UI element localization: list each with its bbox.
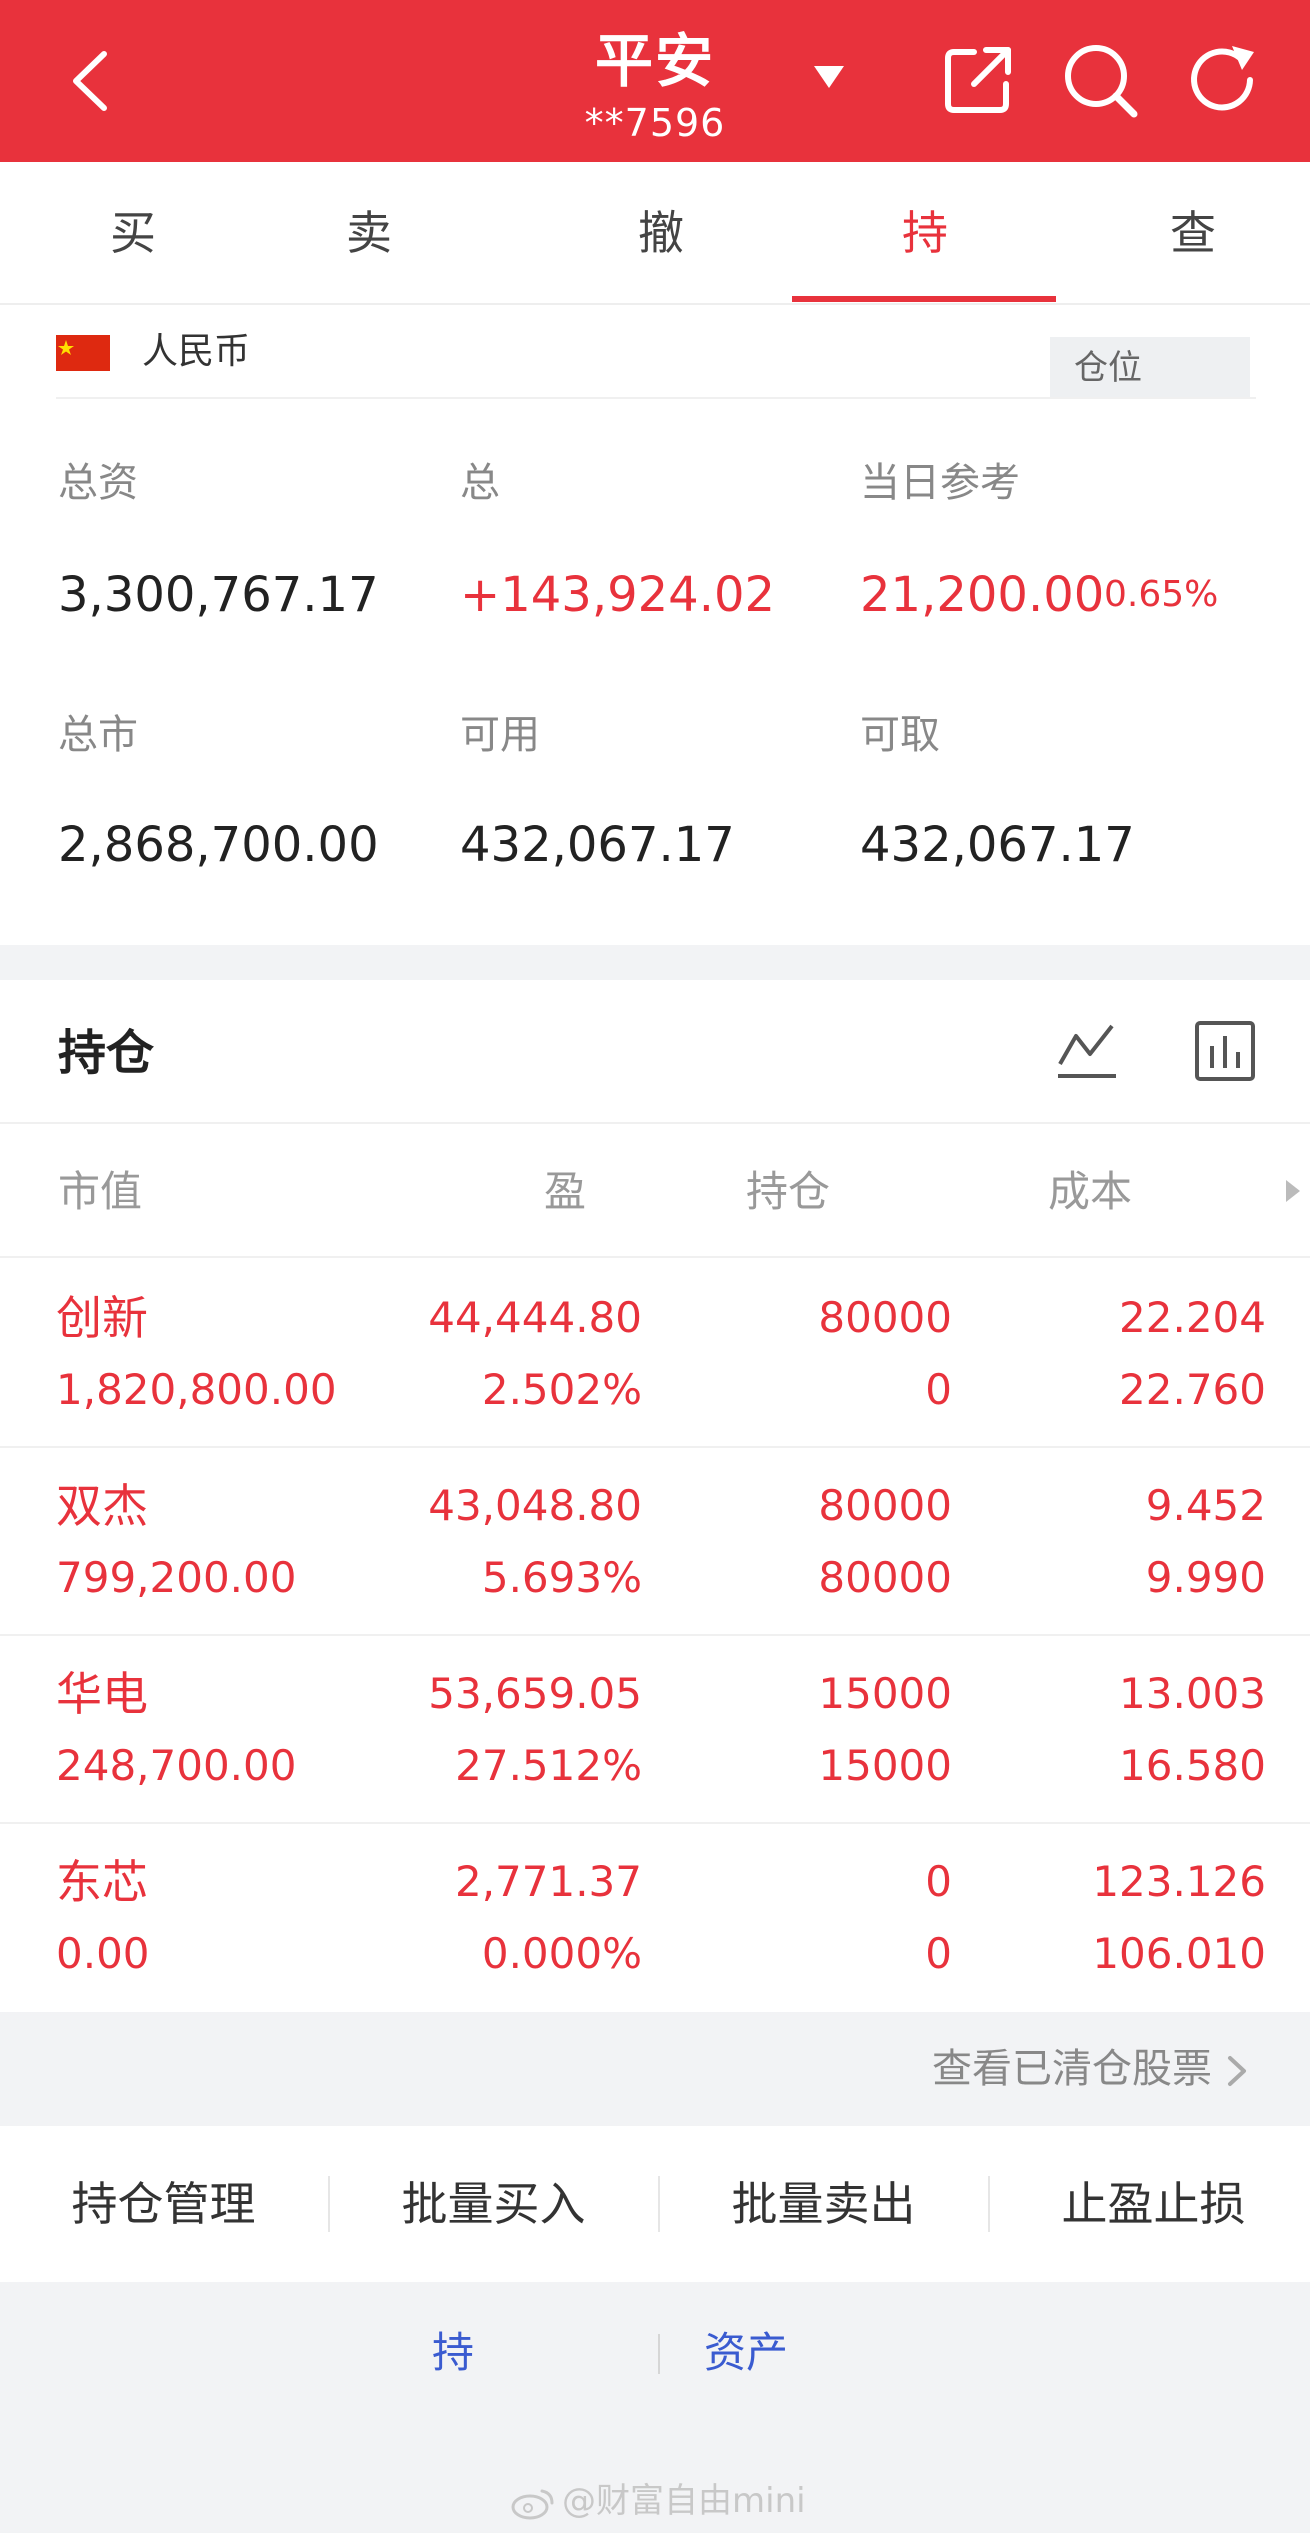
market-value-value: 2,868,700.00 bbox=[58, 817, 379, 873]
stock-name: 创新 bbox=[56, 1291, 148, 1345]
stock-position: 15000 bbox=[818, 1669, 952, 1718]
app-header: 平安 **7596 bbox=[0, 0, 1310, 162]
stock-market-value: 1,820,800.00 bbox=[56, 1365, 337, 1414]
search-icon[interactable] bbox=[1058, 38, 1142, 122]
stock-pnl: 44,444.80 bbox=[428, 1293, 642, 1342]
stock-name: 华电 bbox=[56, 1667, 148, 1721]
watermark-text: @财富自由mini bbox=[562, 2481, 806, 2521]
currency-label: 人民币 bbox=[142, 331, 251, 372]
stock-pnl-percent: 0.000% bbox=[481, 1929, 642, 1978]
holding-row[interactable]: 创新 1,820,800.00 44,444.80 2.502% 80000 0… bbox=[0, 1260, 1310, 1448]
asset-summary: 人民币 仓位 总资 3,300,767.17 总 +143,924.02 当日参… bbox=[0, 305, 1310, 945]
refresh-icon[interactable] bbox=[1180, 38, 1264, 122]
view-cleared-stocks-link[interactable]: 查看已清仓股票 bbox=[932, 2012, 1248, 2126]
holdings-link[interactable]: 持 bbox=[432, 2318, 474, 2388]
account-number: **7596 bbox=[584, 101, 726, 145]
stock-available: 80000 bbox=[818, 1553, 952, 1602]
tab-buy[interactable]: 买 bbox=[0, 162, 266, 305]
divider bbox=[658, 2334, 660, 2374]
manage-positions-button[interactable]: 持仓管理 bbox=[0, 2126, 327, 2282]
stock-price: 22.760 bbox=[1119, 1365, 1266, 1414]
stock-cost: 13.003 bbox=[1119, 1669, 1266, 1718]
line-chart-icon[interactable] bbox=[1054, 1018, 1120, 1084]
take-profit-stop-loss-button[interactable]: 止盈止损 bbox=[990, 2126, 1310, 2282]
holding-row[interactable]: 双杰 799,200.00 43,048.80 5.693% 80000 800… bbox=[0, 1448, 1310, 1636]
share-icon[interactable] bbox=[936, 38, 1020, 122]
stock-pnl: 43,048.80 bbox=[428, 1481, 642, 1530]
cleared-stocks-bar: 查看已清仓股票 bbox=[0, 2012, 1310, 2126]
available-funds-value: 432,067.17 bbox=[460, 817, 735, 873]
stock-position: 0 bbox=[925, 1857, 952, 1906]
stock-price: 16.580 bbox=[1119, 1741, 1266, 1790]
stock-available: 0 bbox=[925, 1929, 952, 1978]
stock-name: 东芯 bbox=[56, 1855, 148, 1909]
stock-market-value: 248,700.00 bbox=[56, 1741, 297, 1790]
col-pnl[interactable]: 盈 bbox=[544, 1124, 586, 1260]
stock-market-value: 799,200.00 bbox=[56, 1553, 297, 1602]
stock-price: 106.010 bbox=[1092, 1929, 1266, 1978]
stock-cost: 123.126 bbox=[1092, 1857, 1266, 1906]
market-value-label: 总市 bbox=[58, 712, 138, 758]
bar-chart-icon[interactable] bbox=[1192, 1018, 1258, 1084]
scroll-right-arrow-icon[interactable] bbox=[1282, 1176, 1304, 1206]
trade-tabs: 买 卖 撤 持 查 bbox=[0, 162, 1310, 305]
tab-query[interactable]: 查 bbox=[1060, 162, 1310, 305]
stock-cost: 22.204 bbox=[1119, 1293, 1266, 1342]
stock-pnl: 53,659.05 bbox=[428, 1669, 642, 1718]
stock-pnl-percent: 5.693% bbox=[481, 1553, 642, 1602]
daily-pnl-value: 21,200.00 bbox=[860, 567, 1105, 623]
dropdown-triangle-icon[interactable] bbox=[812, 64, 846, 90]
back-arrow-icon[interactable] bbox=[58, 46, 128, 116]
stock-available: 0 bbox=[925, 1365, 952, 1414]
china-flag-icon bbox=[56, 335, 110, 371]
withdrawable-value: 432,067.17 bbox=[860, 817, 1135, 873]
stock-pnl-percent: 27.512% bbox=[455, 1741, 642, 1790]
col-cost[interactable]: 成本 bbox=[1048, 1124, 1132, 1260]
stock-position: 80000 bbox=[818, 1293, 952, 1342]
watermark: @财富自由mini bbox=[510, 2478, 806, 2524]
total-assets-label: 总资 bbox=[58, 460, 138, 506]
holding-row[interactable]: 华电 248,700.00 53,659.05 27.512% 15000 15… bbox=[0, 1636, 1310, 1824]
col-position[interactable]: 持仓 bbox=[746, 1124, 830, 1260]
divider bbox=[56, 397, 1256, 399]
total-assets-value: 3,300,767.17 bbox=[58, 567, 379, 623]
holdings-column-header: 市值 盈 持仓 成本 bbox=[0, 1122, 1310, 1258]
active-tab-indicator bbox=[792, 296, 1056, 302]
stock-market-value: 0.00 bbox=[56, 1929, 150, 1978]
stock-pnl-percent: 2.502% bbox=[481, 1365, 642, 1414]
available-funds-label: 可用 bbox=[460, 712, 540, 758]
holdings-title: 持仓 bbox=[58, 1025, 155, 1081]
tab-sell[interactable]: 卖 bbox=[236, 162, 502, 305]
tab-holdings[interactable]: 持 bbox=[792, 162, 1058, 305]
withdrawable-label: 可取 bbox=[860, 712, 940, 758]
weibo-logo-icon bbox=[511, 2489, 554, 2519]
bottom-links: 持 资产 bbox=[0, 2282, 1310, 2432]
stock-position: 80000 bbox=[818, 1481, 952, 1530]
holdings-card: 持仓 市值 盈 持仓 成本 创新 1,820,800.00 44,444.80 … bbox=[0, 980, 1310, 2012]
holdings-action-bar: 持仓管理 批量买入 批量卖出 止盈止损 bbox=[0, 2126, 1310, 2282]
daily-pnl-percent: 0.65% bbox=[1104, 574, 1219, 615]
chevron-right-icon bbox=[1228, 2056, 1246, 2086]
assets-link[interactable]: 资产 bbox=[704, 2318, 788, 2388]
total-pnl-label: 总 bbox=[460, 460, 500, 506]
col-market-value[interactable]: 市值 bbox=[58, 1124, 142, 1260]
batch-buy-button[interactable]: 批量买入 bbox=[330, 2126, 657, 2282]
holding-row[interactable]: 东芯 0.00 2,771.37 0.000% 0 0 123.126 106.… bbox=[0, 1824, 1310, 2012]
batch-sell-button[interactable]: 批量卖出 bbox=[660, 2126, 987, 2282]
total-pnl-value: +143,924.02 bbox=[460, 567, 776, 623]
view-cleared-stocks-label: 查看已清仓股票 bbox=[932, 2046, 1212, 2092]
stock-available: 15000 bbox=[818, 1741, 952, 1790]
tab-cancel[interactable]: 撤 bbox=[528, 162, 794, 305]
stock-pnl: 2,771.37 bbox=[454, 1857, 642, 1906]
stock-cost: 9.452 bbox=[1145, 1481, 1266, 1530]
daily-pnl-label: 当日参考 bbox=[860, 460, 1020, 506]
stock-name: 双杰 bbox=[56, 1479, 148, 1533]
position-button[interactable]: 仓位 bbox=[1050, 337, 1250, 399]
stock-price: 9.990 bbox=[1145, 1553, 1266, 1602]
